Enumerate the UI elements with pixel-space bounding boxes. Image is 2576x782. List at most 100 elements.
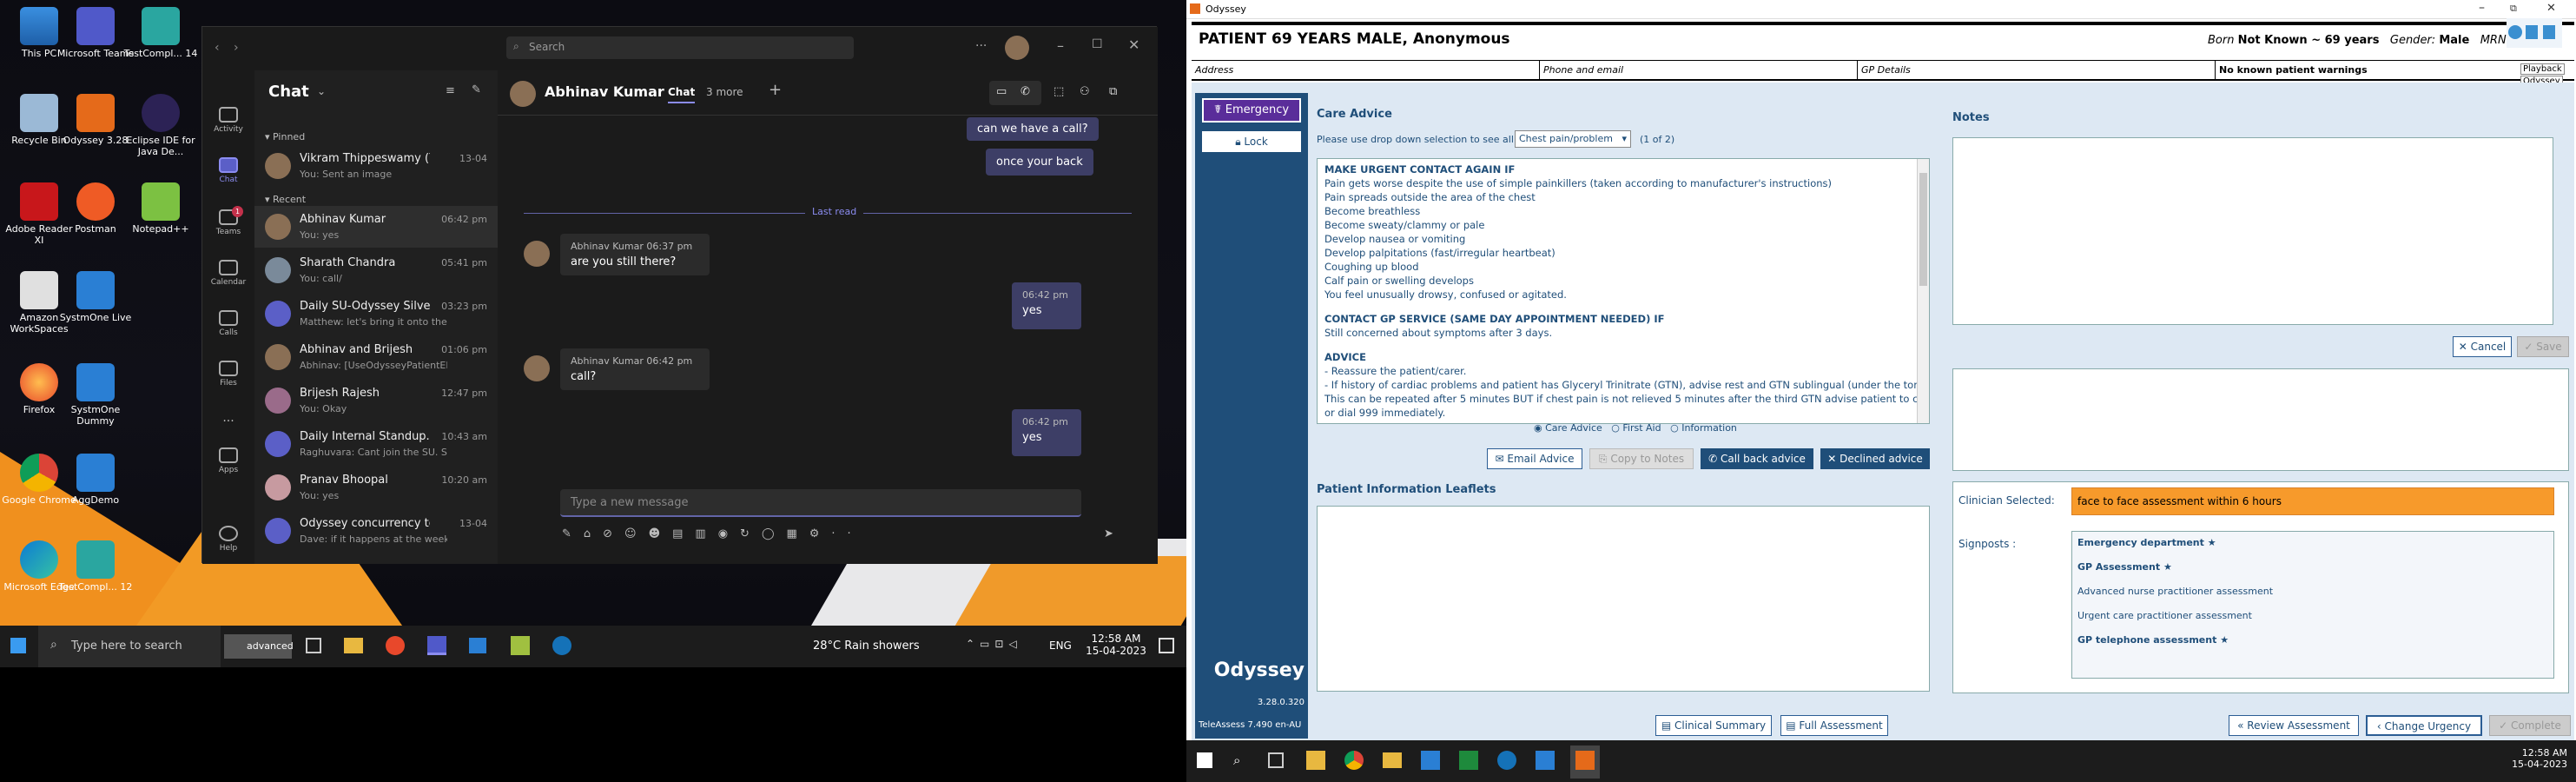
- playback-icon[interactable]: [2508, 25, 2522, 39]
- chat-list-item[interactable]: Sharath Chandra You: call/05:41 pm: [254, 249, 498, 291]
- chat-list-item[interactable]: Odyssey concurrency tes...Dave: if it ha…: [254, 510, 498, 552]
- signpost-item[interactable]: Urgent care practitioner assessment: [2077, 610, 2252, 621]
- file-explorer-icon[interactable]: [344, 638, 363, 653]
- desktop-icon-eclipse[interactable]: Eclipse IDE for Java De...: [122, 94, 200, 157]
- restore-icon[interactable]: ⧉: [2510, 3, 2517, 15]
- rail-help[interactable]: Help: [202, 526, 254, 553]
- advice-dropdown[interactable]: Chest pain/problem ▾: [1515, 130, 1631, 148]
- more-icon[interactable]: ···: [975, 39, 987, 53]
- desktop-icon-testcomplete12[interactable]: TestCompl... 12: [56, 540, 135, 593]
- recent-header[interactable]: ▾ Recent: [265, 194, 306, 205]
- desktop-icon-notepadpp[interactable]: Notepad++: [122, 182, 200, 235]
- radio-information[interactable]: ○ Information: [1670, 422, 1737, 434]
- lock-button[interactable]: 🔒︎ Lock: [1202, 131, 1301, 152]
- cancel-button[interactable]: ✕ Cancel: [2453, 336, 2512, 357]
- excel-icon[interactable]: [1459, 751, 1478, 770]
- desktop-icon-aggdemo[interactable]: AggDemo: [56, 454, 135, 506]
- minimize-icon[interactable]: –: [2479, 1, 2485, 15]
- change-urgency-button[interactable]: ‹ Change Urgency: [2366, 715, 2482, 736]
- rail-apps[interactable]: Apps: [202, 447, 254, 474]
- lang-indicator[interactable]: ENG: [1049, 640, 1072, 652]
- close-icon[interactable]: ✕: [2546, 2, 2556, 15]
- signpost-item[interactable]: GP Assessment ★: [2077, 561, 2172, 573]
- file-explorer-icon[interactable]: [1383, 752, 1402, 768]
- scrollbar[interactable]: [1917, 159, 1929, 423]
- desktop-icon-systmone-live[interactable]: SystmOne Live: [56, 271, 135, 323]
- maximize-icon[interactable]: ☐: [1092, 37, 1103, 51]
- taskbar-search[interactable]: ⌕ Type here to search: [38, 626, 221, 667]
- taskbar-advanced[interactable]: advanced: [224, 634, 294, 659]
- minimize-icon[interactable]: –: [1057, 37, 1064, 54]
- chat-list-item[interactable]: Abhinav and Brijesh Abhinav: [UseOdysseyP…: [254, 336, 498, 378]
- chat-list-item[interactable]: Vikram Thippeswamy (Yo...You: Sent an im…: [254, 145, 498, 187]
- forward-icon[interactable]: ›: [234, 41, 239, 55]
- chat-list-item[interactable]: Daily SU-Odyssey Silver Matthew: let's br…: [254, 293, 498, 335]
- chevron-down-icon[interactable]: ⌄: [317, 85, 326, 97]
- weather-widget[interactable]: 28°C Rain showers: [813, 640, 920, 653]
- email-advice-button[interactable]: ✉ Email Advice: [1487, 448, 1582, 469]
- new-chat-icon[interactable]: ✎: [472, 83, 481, 96]
- desktop-icon-testcomplete14[interactable]: TestCompl... 14: [122, 7, 200, 59]
- rail-calls[interactable]: Calls: [202, 310, 254, 337]
- share-screen-icon[interactable]: ⬚: [1054, 85, 1064, 98]
- store-icon[interactable]: [469, 638, 486, 653]
- tab-more[interactable]: 3 more: [706, 86, 743, 98]
- scrollbar-thumb[interactable]: [1919, 173, 1927, 286]
- ie-icon[interactable]: [552, 636, 571, 655]
- pause-icon[interactable]: [2526, 25, 2538, 39]
- windows-start-icon[interactable]: [1197, 752, 1212, 768]
- task-view-icon[interactable]: [1268, 752, 1284, 768]
- teams-icon[interactable]: [427, 636, 446, 655]
- signpost-item[interactable]: GP telephone assessment ★: [2077, 634, 2229, 646]
- rail-activity[interactable]: Activity: [202, 107, 254, 134]
- rail-more[interactable]: ...: [202, 411, 254, 425]
- leaflets-list[interactable]: [1317, 506, 1930, 692]
- rail-files[interactable]: Files: [202, 361, 254, 388]
- clock[interactable]: 12:58 AM 15-04-2023: [2507, 747, 2567, 770]
- stop-icon[interactable]: [2543, 25, 2555, 39]
- review-assessment-button[interactable]: « Review Assessment: [2229, 715, 2359, 736]
- save-button[interactable]: ✓ Save: [2517, 336, 2569, 357]
- notification-icon[interactable]: [1159, 638, 1174, 653]
- task-view-icon[interactable]: [306, 638, 321, 653]
- rail-calendar[interactable]: Calendar: [202, 260, 254, 287]
- back-icon[interactable]: ‹: [215, 41, 220, 55]
- filter-icon[interactable]: ≡: [446, 84, 455, 97]
- rail-chat[interactable]: Chat: [202, 157, 254, 184]
- phone-call-icon[interactable]: ✆: [1020, 85, 1030, 98]
- windows-start-icon[interactable]: [10, 638, 26, 653]
- video-call-icon[interactable]: ▭: [996, 85, 1007, 98]
- declined-advice-button[interactable]: ✕ Declined advice: [1820, 448, 1930, 469]
- full-assessment-button[interactable]: ▤ Full Assessment: [1780, 715, 1888, 736]
- add-people-icon[interactable]: ⚇: [1080, 85, 1090, 98]
- signpost-item[interactable]: Advanced nurse practitioner assessment: [2077, 586, 2273, 597]
- care-advice-text[interactable]: MAKE URGENT CONTACT AGAIN IF Pain gets w…: [1317, 158, 1930, 424]
- chrome-icon[interactable]: [1344, 751, 1364, 770]
- tray-icons[interactable]: ⌃▭⊡◁: [966, 638, 1022, 650]
- compose-input[interactable]: Type a new message: [560, 489, 1081, 517]
- call-back-advice-button[interactable]: ✆ Call back advice: [1701, 448, 1813, 469]
- chat-list-item[interactable]: Brijesh Rajesh You: Okay 12:47 pm: [254, 380, 498, 421]
- copy-to-notes-button[interactable]: ⎘ Copy to Notes: [1589, 448, 1694, 469]
- search-icon[interactable]: ⌕: [1233, 752, 1240, 768]
- send-icon[interactable]: ➤: [1104, 527, 1113, 540]
- odyssey-taskbar-item[interactable]: [1570, 746, 1600, 779]
- emergency-button[interactable]: ☤ Emergency: [1202, 98, 1301, 123]
- radio-first-aid[interactable]: ○ First Aid: [1611, 422, 1661, 434]
- chat-list-item[interactable]: Pranav Bhoopal You: yes 10:20 am: [254, 467, 498, 508]
- desktop-icon-systmone-dummy[interactable]: SystmOne Dummy: [56, 363, 135, 427]
- app-icon[interactable]: [1536, 751, 1555, 770]
- clock[interactable]: 12:58 AM 15-04-2023: [1086, 633, 1146, 657]
- rail-teams[interactable]: Teams 1: [202, 206, 254, 236]
- tab-chat[interactable]: Chat: [668, 86, 696, 103]
- app-icon[interactable]: [511, 636, 530, 655]
- notes-input[interactable]: [1952, 137, 2553, 325]
- avatar[interactable]: [1005, 36, 1029, 60]
- signpost-item[interactable]: Emergency department ★: [2077, 537, 2216, 548]
- app-icon[interactable]: [1306, 751, 1325, 770]
- close-icon[interactable]: ✕: [1128, 36, 1139, 53]
- add-tab-button[interactable]: +: [769, 81, 782, 99]
- pop-out-icon[interactable]: ⧉: [1109, 85, 1117, 98]
- complete-button[interactable]: ✓ Complete: [2489, 715, 2571, 736]
- notes-history[interactable]: [1952, 368, 2569, 471]
